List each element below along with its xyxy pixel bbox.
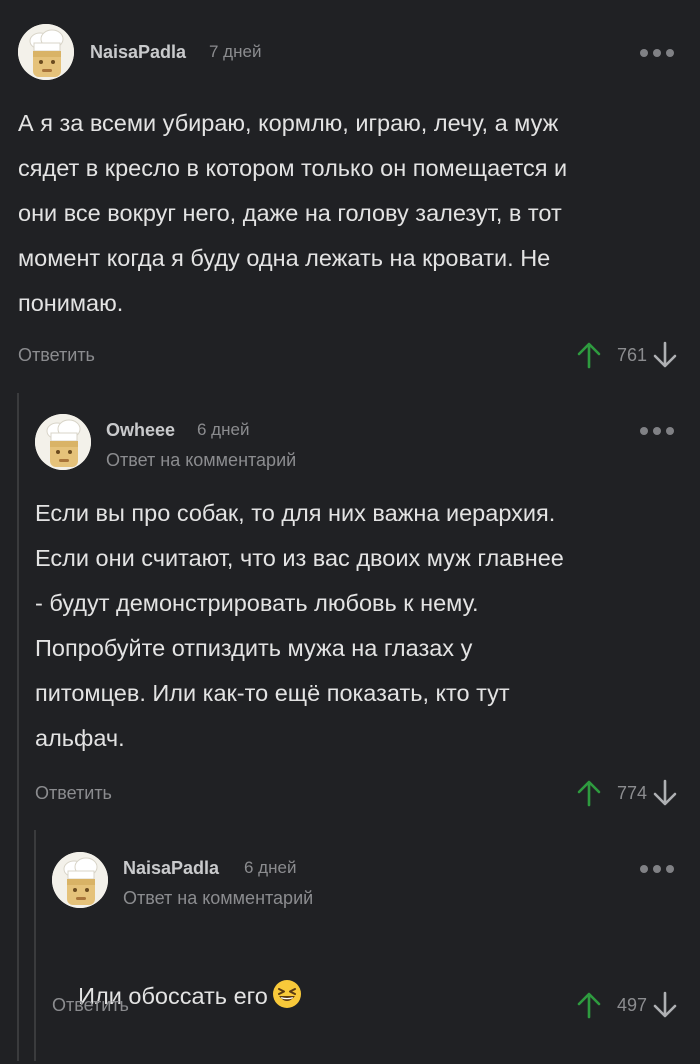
arrow-up-icon[interactable] [576, 990, 602, 1020]
rating-count: 761 [616, 345, 648, 365]
more-dots-icon[interactable] [640, 426, 674, 436]
avatar[interactable] [35, 414, 91, 470]
author-name[interactable]: NaisaPadla [90, 42, 186, 63]
arrow-down-icon[interactable] [652, 778, 678, 808]
more-dots-icon[interactable] [640, 48, 674, 58]
author-name[interactable]: NaisaPadla [123, 858, 219, 879]
arrow-down-icon[interactable] [652, 340, 678, 370]
comment-actions: Ответить 497 [52, 990, 700, 1020]
comment-date: 7 дней [209, 42, 262, 61]
chef-avatar-icon [35, 414, 91, 470]
thread-line [34, 830, 36, 1061]
author-name[interactable]: Owheee [106, 420, 175, 441]
reply-button[interactable]: Ответить [18, 340, 95, 370]
reply-button[interactable]: Ответить [52, 990, 129, 1020]
rating-count: 774 [616, 783, 648, 803]
reply-button[interactable]: Ответить [35, 778, 112, 808]
comment: NaisaPadla 6 дней Ответ на комментарий И… [52, 852, 700, 1032]
avatar[interactable] [52, 852, 108, 908]
comment-header: NaisaPadla 7 дней [18, 24, 700, 84]
comment-actions: Ответить 774 [35, 778, 700, 808]
reply-to-link[interactable]: Ответ на комментарий [106, 450, 296, 471]
reply-to-link[interactable]: Ответ на комментарий [123, 888, 313, 909]
avatar[interactable] [18, 24, 74, 80]
chef-avatar-icon [52, 852, 108, 908]
comment-text: Если вы про собак, то для них важна иера… [35, 500, 564, 751]
thread-line [17, 393, 19, 1061]
comment: NaisaPadla 7 дней А я за всеми убираю, к… [18, 24, 700, 374]
arrow-up-icon[interactable] [576, 340, 602, 370]
comment-actions: Ответить 761 [18, 340, 700, 370]
arrow-up-icon[interactable] [576, 778, 602, 808]
rating-count: 497 [616, 995, 648, 1015]
comment: Owheee 6 дней Ответ на комментарий Если … [35, 414, 700, 814]
arrow-down-icon[interactable] [652, 990, 678, 1020]
chef-avatar-icon [18, 24, 74, 80]
comment-header: NaisaPadla 6 дней Ответ на комментарий [52, 852, 700, 912]
comment-text: А я за всеми убираю, кормлю, играю, лечу… [18, 110, 568, 316]
comment-date: 6 дней [197, 420, 250, 439]
comments-page: { "comments": [ { "author": "NaisaPadla"… [0, 0, 700, 1061]
comment-header: Owheee 6 дней Ответ на комментарий [35, 414, 700, 474]
comment-date: 6 дней [244, 858, 297, 877]
more-dots-icon[interactable] [640, 864, 674, 874]
